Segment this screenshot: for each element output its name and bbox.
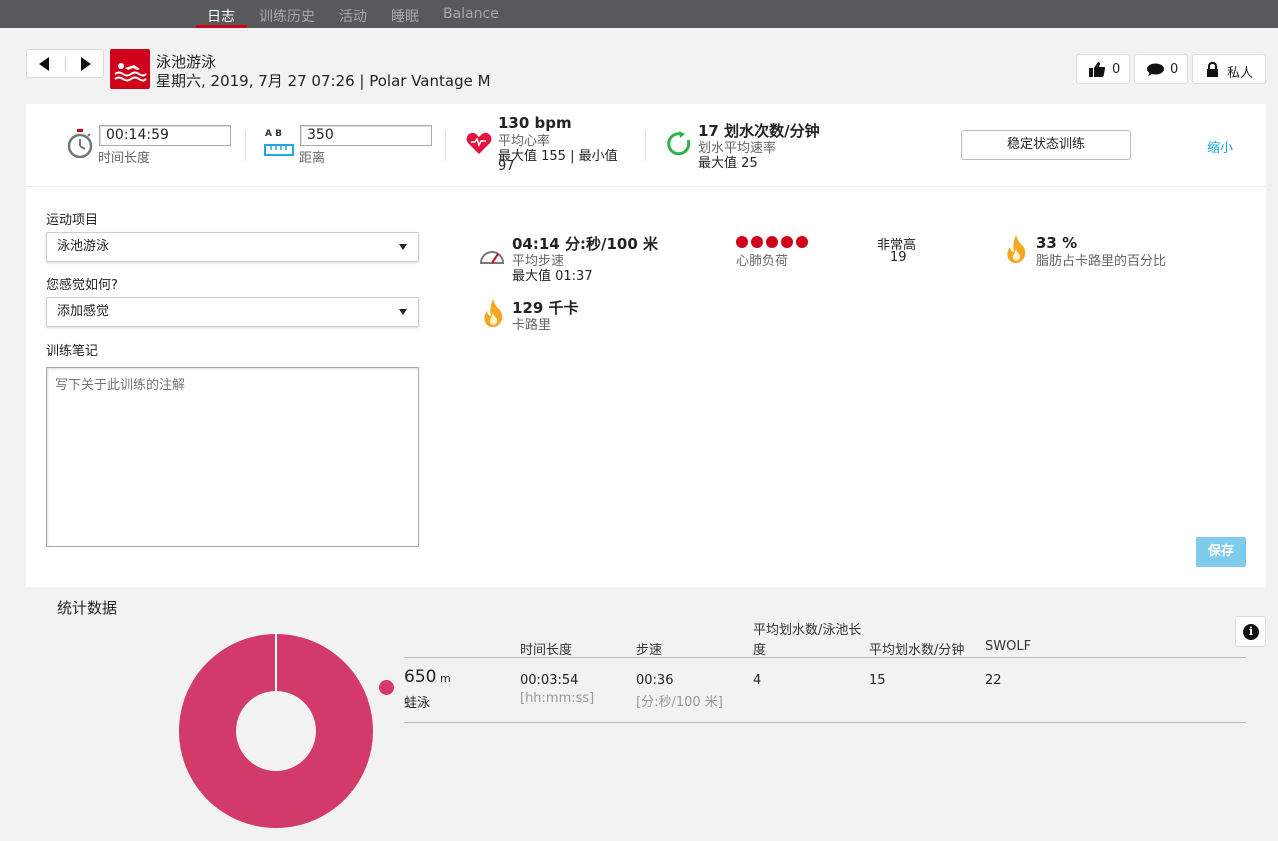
info-button[interactable]: i (1235, 616, 1266, 647)
row-swolf: 22 (985, 673, 1002, 688)
fat-percentage-label: 脂肪占卡路里的百分比 (1036, 254, 1167, 269)
stroke-rate-icon (667, 131, 691, 156)
comment-count: 0 (1170, 62, 1179, 77)
sport-field-label: 运动项目 (46, 213, 99, 228)
cardio-dot (781, 236, 793, 248)
col-header-pace: 步速 (636, 643, 663, 658)
cardio-dot (766, 236, 778, 248)
cardio-load-label: 心肺负荷 (736, 254, 789, 269)
col-header-duration: 时间长度 (520, 643, 573, 658)
row-distance: 650 (404, 667, 437, 687)
summary-divider (445, 131, 446, 161)
ruler-icon (264, 144, 294, 156)
heart-icon (466, 132, 492, 154)
sport-title: 泳池游泳 (156, 53, 217, 71)
stats-title: 统计数据 (57, 599, 118, 617)
row-strokes-per-length: 4 (753, 673, 762, 688)
col-header-strokes-per-length-cont: 度 (753, 643, 767, 658)
calories-label: 卡路里 (512, 318, 552, 333)
col-header-swolf: SWOLF (985, 639, 1032, 654)
caret-down-icon (399, 244, 407, 250)
top-nav: 日志 训练历史 活动 睡眠 Balance (0, 0, 1278, 28)
sport-select-value: 泳池游泳 (57, 239, 110, 254)
distance-input[interactable]: 350 (300, 125, 432, 146)
table-header-line (404, 657, 1246, 658)
notes-textarea[interactable] (46, 367, 419, 547)
session-date-device: 星期六, 2019, 7月 27 07:26 | Polar Vantage M (156, 72, 491, 90)
prev-next-nav (26, 49, 104, 78)
feeling-field-label: 您感觉如何? (46, 278, 118, 293)
nav-active-indicator (196, 25, 247, 28)
row-duration: 00:03:54 (520, 673, 579, 688)
lock-icon (1207, 62, 1218, 77)
stroke-distribution-donut (179, 633, 373, 828)
row-strokes-per-min: 15 (869, 673, 886, 688)
notes-field-label: 训练笔记 (46, 344, 99, 359)
cardio-dot (751, 236, 763, 248)
cardio-dot (736, 236, 748, 248)
summary-divider (645, 131, 646, 161)
distance-ab-label: A B (265, 129, 282, 139)
flame-icon (1007, 235, 1026, 263)
nav-tab-sleep[interactable]: 睡眠 (391, 6, 419, 26)
duration-label: 时间长度 (98, 151, 151, 166)
summary-divider (245, 131, 246, 161)
swimming-icon (110, 49, 150, 89)
prev-arrow-icon[interactable] (39, 57, 49, 71)
legend-dot (379, 680, 394, 695)
row-distance-unit: m (440, 672, 451, 685)
privacy-label: 私人 (1227, 66, 1254, 81)
col-header-strokes-per-min: 平均划水数/分钟 (869, 643, 965, 658)
row-duration-unit: [hh:mm:ss] (520, 691, 595, 706)
like-count: 0 (1112, 62, 1121, 77)
duration-input[interactable]: 00:14:59 (99, 125, 231, 146)
stroke-rate-max: 最大值 25 (698, 156, 758, 171)
feeling-select[interactable]: 添加感觉 (46, 297, 419, 327)
cardio-load-value: 19 (890, 250, 907, 265)
flame-icon (484, 299, 503, 327)
col-header-strokes-per-length: 平均划水数/泳池长 (753, 623, 862, 638)
comment-icon (1147, 63, 1164, 76)
steady-state-button[interactable]: 稳定状态训练 (961, 130, 1131, 160)
info-icon: i (1243, 624, 1259, 640)
nav-tab-balance[interactable]: Balance (443, 6, 499, 22)
feeling-select-value: 添加感觉 (57, 304, 110, 319)
comment-button[interactable]: 0 (1134, 54, 1188, 84)
row-pace-unit: [分:秒/100 米] (636, 695, 723, 710)
stopwatch-icon (67, 129, 93, 159)
table-bottom-line (404, 722, 1246, 723)
heart-rate-min-value: 97 (498, 159, 515, 174)
caret-down-icon (399, 309, 407, 315)
summary-separator (26, 186, 1266, 187)
save-button[interactable]: 保存 (1196, 537, 1246, 567)
distance-label: 距离 (299, 151, 326, 166)
row-pace: 00:36 (636, 673, 674, 688)
cardio-dot (796, 236, 808, 248)
nav-tab-training-history[interactable]: 训练历史 (259, 6, 315, 26)
next-arrow-icon[interactable] (81, 57, 91, 71)
nav-tab-activity[interactable]: 活动 (339, 6, 367, 26)
like-button[interactable]: 0 (1076, 54, 1130, 84)
collapse-link[interactable]: 缩小 (1207, 137, 1233, 156)
privacy-button[interactable]: 私人 (1192, 54, 1266, 84)
pace-max: 最大值 01:37 (512, 269, 593, 284)
thumbs-up-icon (1089, 62, 1106, 77)
arrow-divider (65, 57, 66, 71)
training-panel: 00:14:59 时间长度 A B 350 距离 130 bpm 平均心率 最大… (26, 104, 1266, 587)
sport-select[interactable]: 泳池游泳 (46, 232, 419, 262)
speedometer-icon (479, 251, 505, 264)
row-stroke-style: 蛙泳 (404, 696, 431, 711)
heart-rate-max-min: 最大值 155 | 最小值 (498, 149, 618, 164)
nav-tab-diary[interactable]: 日志 (207, 6, 235, 26)
